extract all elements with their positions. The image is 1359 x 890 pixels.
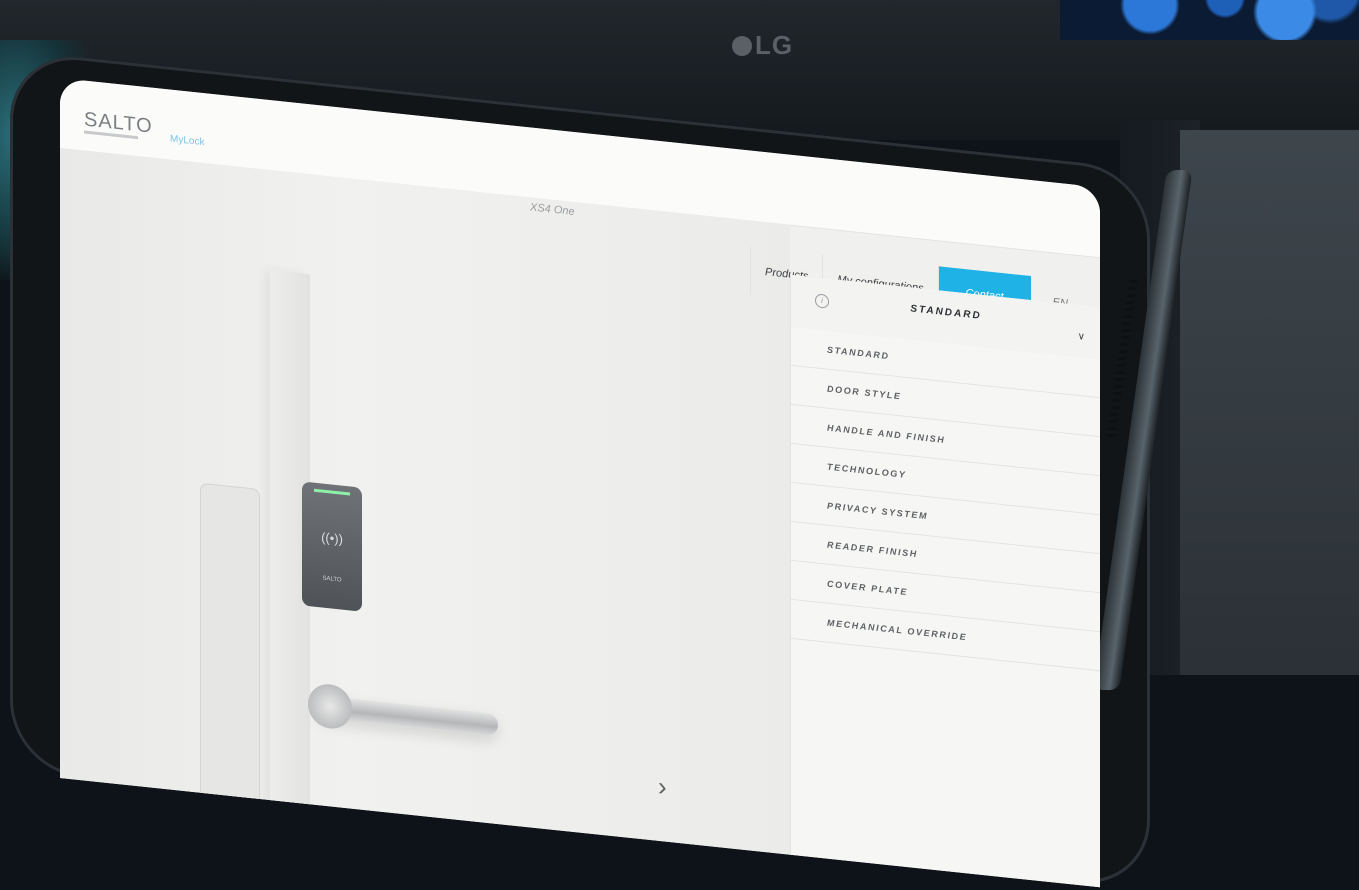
- next-arrow-icon[interactable]: ›: [658, 771, 667, 803]
- reader-brand: SALTO: [322, 575, 342, 584]
- lock-reader: ((•)) SALTO: [302, 481, 362, 612]
- mylock-link[interactable]: MyLock: [170, 134, 204, 149]
- chevron-down-icon[interactable]: ∨: [1078, 331, 1085, 343]
- lock-plate: [200, 482, 260, 870]
- tablet-screen: SALTO MyLock ((•)) SALTO › XS4 One Produ…: [60, 78, 1100, 888]
- option-list: STANDARD DOOR STYLE HANDLE AND FINISH TE…: [791, 326, 1100, 672]
- configuration-panel: i STANDARD ∨ STANDARD DOOR STYLE HANDLE …: [790, 274, 1100, 888]
- product-viewer: ((•)) SALTO ›: [60, 148, 790, 875]
- rfid-icon: ((•)): [321, 529, 343, 547]
- tablet-device: SALTO MyLock ((•)) SALTO › XS4 One Produ…: [0, 0, 1359, 890]
- reader-led: [314, 488, 350, 496]
- handle-rose: [308, 682, 352, 731]
